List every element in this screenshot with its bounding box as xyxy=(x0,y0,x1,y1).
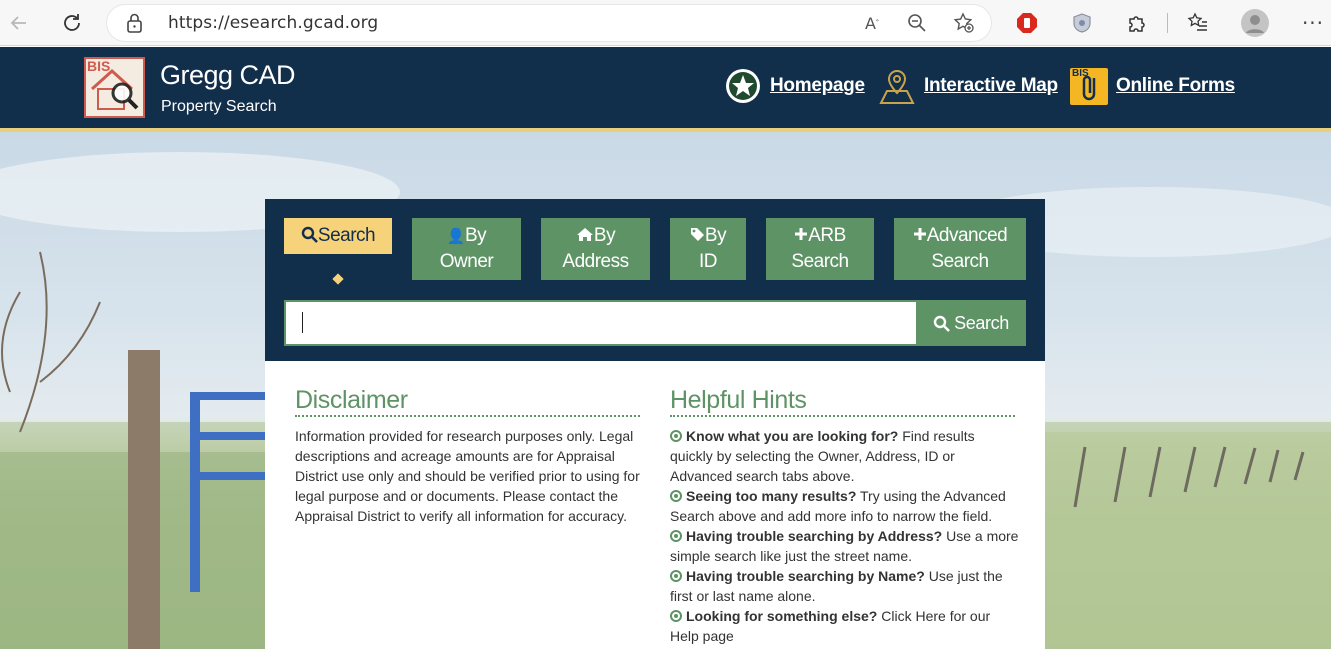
helpful-hints-title: Helpful Hints xyxy=(670,386,1015,417)
map-pin-icon[interactable] xyxy=(877,67,917,107)
tab-by-address-label-2: Address xyxy=(562,251,629,272)
user-icon: 👤 xyxy=(446,227,466,245)
dot-circle-icon xyxy=(670,490,682,502)
dot-circle-icon xyxy=(670,530,682,542)
helpful-hints-list: Know what you are looking for? Find resu… xyxy=(670,426,1020,646)
more-menu-icon[interactable]: ··· xyxy=(1298,8,1328,38)
paperclip-icon xyxy=(1082,75,1096,101)
text-cursor xyxy=(302,312,303,333)
tab-by-id-label-2: ID xyxy=(699,251,718,272)
house-magnifier-icon xyxy=(90,68,139,110)
search-input[interactable] xyxy=(284,300,916,346)
hint-heading: Having trouble searching by Address? xyxy=(686,528,943,544)
plus-icon xyxy=(913,228,926,240)
back-arrow-icon[interactable] xyxy=(4,8,34,38)
dot-circle-icon xyxy=(670,570,682,582)
tab-advanced-label-1: Advanced xyxy=(926,225,1008,246)
url-text[interactable]: https://esearch.gcad.org xyxy=(168,13,378,33)
list-item: Know what you are looking for? Find resu… xyxy=(670,426,1020,486)
disclaimer-text: Information provided for research purpos… xyxy=(295,428,640,524)
active-tab-indicator xyxy=(332,273,344,285)
tab-advanced-label-2: Search xyxy=(931,251,989,272)
nav-online-forms-link[interactable]: Online Forms xyxy=(1116,75,1235,97)
tab-by-address-label-1: By xyxy=(593,225,616,246)
site-title[interactable]: Gregg CAD xyxy=(160,60,296,91)
hint-heading: Know what you are looking for? xyxy=(686,428,899,444)
tab-by-owner[interactable]: 👤By Owner xyxy=(412,218,521,280)
nav-interactive-map-link[interactable]: Interactive Map xyxy=(924,75,1058,97)
tab-arb-label-2: Search xyxy=(791,251,849,272)
tab-arb-label-1: ARB xyxy=(808,225,846,246)
tab-by-address[interactable]: By Address xyxy=(541,218,650,280)
favorite-add-icon[interactable] xyxy=(949,8,979,38)
hint-heading: Seeing too many results? xyxy=(686,488,857,504)
plus-icon xyxy=(795,228,808,240)
search-panel-header: Search 👤By Owner By Address By ID ARB Se… xyxy=(265,199,1045,361)
tab-by-owner-label-1: By xyxy=(465,225,487,246)
search-icon xyxy=(933,315,951,332)
shield-extension-icon[interactable] xyxy=(1067,8,1097,38)
refresh-icon[interactable] xyxy=(57,8,87,38)
address-bar[interactable]: https://esearch.gcad.org Aﾞ xyxy=(107,5,991,41)
read-aloud-icon[interactable]: Aﾞ xyxy=(858,8,888,38)
lock-icon xyxy=(125,12,145,33)
profile-avatar-icon[interactable] xyxy=(1240,8,1270,38)
tab-search[interactable]: Search xyxy=(284,218,392,254)
toolbar-divider xyxy=(1167,13,1168,33)
list-item: Seeing too many results? Try using the A… xyxy=(670,486,1020,526)
home-icon xyxy=(576,228,593,241)
search-button[interactable]: Search xyxy=(916,300,1026,346)
disclaimer-title: Disclaimer xyxy=(295,386,640,417)
header-gold-divider xyxy=(0,128,1331,132)
hint-heading: Having trouble searching by Name? xyxy=(686,568,925,584)
search-icon xyxy=(301,226,318,243)
list-item: Having trouble searching by Name? Use ju… xyxy=(670,566,1020,606)
texas-star-seal-icon[interactable] xyxy=(725,68,761,104)
favorites-list-icon[interactable] xyxy=(1183,8,1213,38)
tag-icon xyxy=(690,228,704,241)
tab-by-id-label-1: By xyxy=(704,225,727,246)
tab-by-id[interactable]: By ID xyxy=(670,218,746,280)
tab-advanced-search[interactable]: Advanced Search xyxy=(894,218,1026,280)
hint-heading: Looking for something else? xyxy=(686,608,878,624)
dot-circle-icon xyxy=(670,430,682,442)
search-panel: Search 👤By Owner By Address By ID ARB Se… xyxy=(265,199,1045,649)
extensions-puzzle-icon[interactable] xyxy=(1122,8,1152,38)
nav-homepage-link[interactable]: Homepage xyxy=(770,75,865,97)
tab-arb-search[interactable]: ARB Search xyxy=(766,218,874,280)
adblock-extension-icon[interactable] xyxy=(1012,8,1042,38)
tab-search-label: Search xyxy=(317,225,376,246)
dot-circle-icon xyxy=(670,610,682,622)
list-item[interactable]: Looking for something else? Click Here f… xyxy=(670,606,1020,646)
online-forms-icon[interactable]: BIS xyxy=(1070,68,1108,105)
browser-toolbar: https://esearch.gcad.org Aﾞ ··· xyxy=(0,0,1331,46)
site-subtitle: Property Search xyxy=(161,98,277,115)
site-header: BIS Gregg CAD Property Search Homepage I… xyxy=(0,47,1331,128)
tab-by-owner-label-2: Owner xyxy=(439,251,494,272)
zoom-out-icon[interactable] xyxy=(902,8,932,38)
bis-logo[interactable]: BIS xyxy=(84,57,145,118)
list-item: Having trouble searching by Address? Use… xyxy=(670,526,1020,566)
search-button-label: Search xyxy=(954,312,1009,333)
